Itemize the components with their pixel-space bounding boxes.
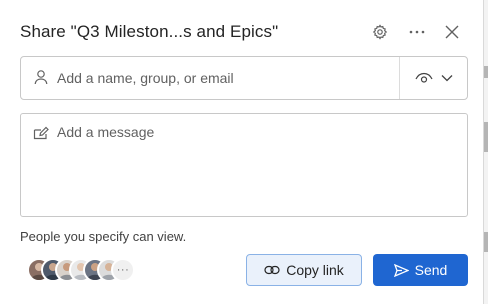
scrollbar-fragment: [484, 122, 488, 152]
recipient-field: [20, 56, 468, 100]
share-dialog: Share "Q3 Mileston...s and Epics" Add a …: [0, 0, 484, 304]
dialog-title: Share "Q3 Mileston...s and Epics": [20, 22, 279, 41]
scrollbar-fragment: [484, 232, 488, 252]
copy-link-button[interactable]: Copy link: [246, 254, 362, 286]
message-input[interactable]: [57, 124, 457, 210]
message-field: [20, 113, 468, 217]
dialog-header: Share "Q3 Mileston...s and Epics": [20, 18, 463, 46]
permission-note: People you specify can view.: [20, 229, 187, 244]
gear-icon: [372, 24, 388, 40]
scrollbar-fragment: [484, 66, 488, 78]
close-icon: [445, 25, 459, 39]
recipient-input[interactable]: [57, 66, 397, 90]
copy-link-label: Copy link: [286, 262, 344, 278]
send-label: Send: [414, 262, 448, 278]
chevron-down-icon: [441, 75, 453, 82]
more-people-button[interactable]: ···: [111, 258, 135, 282]
more-options-button[interactable]: [405, 20, 429, 44]
shared-with-avatars[interactable]: ···: [27, 258, 137, 284]
close-button[interactable]: [440, 20, 464, 44]
more-horizontal-icon: [409, 30, 425, 34]
settings-button[interactable]: [368, 20, 392, 44]
more-people-label: ···: [116, 264, 130, 276]
eye-icon: [415, 72, 433, 83]
person-icon: [34, 69, 50, 87]
link-icon: [264, 265, 280, 275]
send-icon: [393, 263, 409, 277]
send-button[interactable]: Send: [373, 254, 468, 286]
permission-dropdown[interactable]: [400, 57, 468, 99]
edit-icon: [33, 126, 49, 140]
